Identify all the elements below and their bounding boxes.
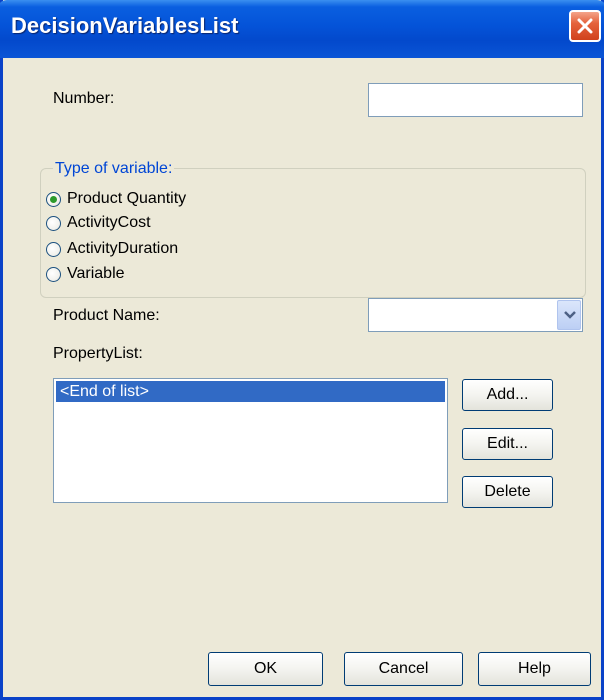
cancel-button[interactable]: Cancel: [344, 652, 463, 686]
radio-variable[interactable]: Variable: [46, 263, 125, 285]
list-item-end-of-list[interactable]: <End of list>: [56, 381, 445, 402]
number-input[interactable]: [368, 83, 583, 117]
radio-button[interactable]: [46, 241, 61, 257]
ok-button[interactable]: OK: [208, 652, 323, 686]
edit-button[interactable]: Edit...: [462, 428, 553, 460]
radio-label: Product Quantity: [67, 190, 187, 207]
product-name-label: Product Name:: [53, 307, 160, 324]
title-bar[interactable]: DecisionVariablesList: [0, 0, 604, 58]
radio-activity-duration[interactable]: ActivityDuration: [46, 238, 178, 260]
radio-button[interactable]: [46, 215, 61, 231]
chevron-down-icon: [564, 311, 576, 319]
dropdown-button[interactable]: [557, 300, 581, 330]
radio-button[interactable]: [46, 266, 61, 282]
radio-activity-cost[interactable]: ActivityCost: [46, 212, 151, 234]
add-button[interactable]: Add...: [462, 379, 553, 411]
radio-label: Variable: [67, 265, 125, 282]
type-of-variable-title: Type of variable:: [53, 160, 175, 178]
radio-label: ActivityDuration: [67, 240, 179, 257]
property-list-label: PropertyList:: [53, 345, 143, 362]
radio-label: ActivityCost: [67, 214, 151, 231]
property-listbox[interactable]: <End of list>: [53, 378, 448, 503]
close-button[interactable]: [569, 10, 601, 42]
delete-button[interactable]: Delete: [462, 476, 553, 508]
help-button[interactable]: Help: [478, 652, 591, 686]
close-icon: [577, 18, 593, 34]
radio-product-quantity[interactable]: Product Quantity: [46, 188, 186, 210]
product-name-select[interactable]: [368, 298, 583, 332]
radio-button-checked[interactable]: [46, 191, 61, 207]
number-label: Number:: [53, 90, 115, 107]
window-title: DecisionVariablesList: [11, 13, 239, 38]
